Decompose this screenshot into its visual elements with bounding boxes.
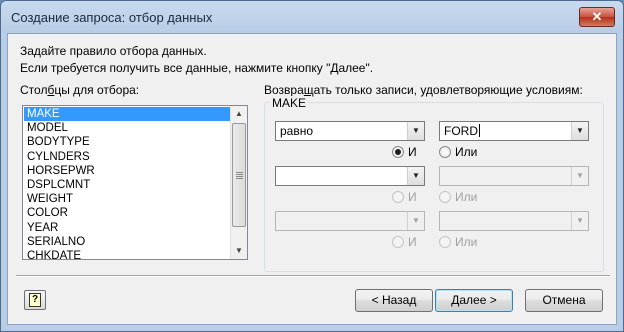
value-combo-2: ▼ <box>439 166 589 186</box>
list-item[interactable]: YEAR <box>24 221 231 235</box>
or-radio-2: Или <box>439 191 477 205</box>
radio-icon <box>392 236 404 248</box>
or-label-2: Или <box>455 190 478 204</box>
intro-line-2: Если требуется получить все данные, нажм… <box>20 61 374 75</box>
criteria-label: Возвращать только записи, удовлетворяющи… <box>264 83 583 97</box>
operator-select-1[interactable]: равно ▼ <box>275 121 425 141</box>
value-combo-3: ▼ <box>439 211 589 231</box>
chevron-down-icon: ▼ <box>571 212 588 230</box>
columns-label-start: Стол <box>20 83 48 97</box>
radio-icon <box>392 191 404 203</box>
help-icon: ? <box>29 293 41 307</box>
chevron-down-icon[interactable]: ▼ <box>407 122 424 140</box>
grip-line <box>236 172 243 173</box>
list-item[interactable]: HORSEPWR <box>24 164 231 178</box>
cancel-button[interactable]: Отмена <box>525 289 603 312</box>
close-icon: ✕ <box>591 9 603 24</box>
help-button[interactable]: ? <box>24 290 46 310</box>
operator-value-1: равно <box>280 124 314 138</box>
and-label-1: И <box>408 145 417 159</box>
columns-scrollbar[interactable]: ▲ ▼ <box>230 106 247 259</box>
value-text-1: FORD <box>444 124 478 138</box>
grip-line <box>236 178 243 179</box>
or-label-3: Или <box>455 235 478 249</box>
and-radio-3: И <box>392 236 417 250</box>
criteria-label-start: Возвра <box>264 83 304 97</box>
list-item[interactable]: SERIALNO <box>24 235 231 249</box>
list-item[interactable]: CHKDATE <box>24 249 231 263</box>
chevron-down-icon[interactable]: ▼ <box>571 122 588 140</box>
list-item[interactable]: DSPLCMNT <box>24 178 231 192</box>
list-item[interactable]: MODEL <box>24 121 231 135</box>
grip-line <box>236 176 243 177</box>
window-title: Создание запроса: отбор данных <box>11 10 213 25</box>
radio-icon <box>439 236 451 248</box>
value-field-1: FORD <box>444 124 480 138</box>
scroll-down-icon[interactable]: ▼ <box>231 243 247 259</box>
or-radio-1[interactable]: Или <box>439 146 477 160</box>
scroll-thumb[interactable] <box>232 123 246 227</box>
columns-label: Столбцы для отбора: <box>20 83 139 97</box>
value-combo-1[interactable]: FORD ▼ <box>439 121 589 141</box>
text-caret <box>479 124 480 137</box>
radio-icon <box>439 191 451 203</box>
criteria-label-end: ать только записи, удовлетворяющие услов… <box>313 83 583 97</box>
criteria-group-title: MAKE <box>270 96 309 110</box>
or-radio-3: Или <box>439 236 477 250</box>
chevron-down-icon[interactable]: ▼ <box>407 167 424 185</box>
radio-selected-icon <box>392 146 404 158</box>
chevron-down-icon: ▼ <box>571 167 588 185</box>
chevron-down-icon: ▼ <box>407 212 424 230</box>
title-bar[interactable]: Создание запроса: отбор данных ✕ <box>1 1 623 33</box>
and-label-3: И <box>408 235 417 249</box>
scroll-up-icon[interactable]: ▲ <box>231 106 247 122</box>
list-item[interactable]: WEIGHT <box>24 192 231 206</box>
or-label-1: Или <box>455 145 478 159</box>
and-label-2: И <box>408 190 417 204</box>
back-button[interactable]: < Назад <box>355 289 433 312</box>
grip-line <box>236 174 243 175</box>
and-radio-2: И <box>392 191 417 205</box>
list-item[interactable]: BODYTYPE <box>24 135 231 149</box>
next-button[interactable]: Далее > <box>435 289 513 312</box>
divider <box>16 275 610 277</box>
list-item[interactable]: CYLNDERS <box>24 150 231 164</box>
dialog-client-area: Задайте правило отбора данных. Если треб… <box>7 33 617 325</box>
query-wizard-window: Создание запроса: отбор данных ✕ Задайте… <box>0 0 624 332</box>
columns-listbox[interactable]: MAKE MODEL BODYTYPE CYLNDERS HORSEPWR DS… <box>22 105 248 263</box>
list-item[interactable]: MAKE <box>24 107 231 122</box>
operator-select-3: ▼ <box>275 211 425 231</box>
columns-label-end: цы для отбора: <box>54 83 140 97</box>
and-radio-1[interactable]: И <box>392 146 417 160</box>
list-item[interactable]: COLOR <box>24 206 231 220</box>
intro-line-1: Задайте правило отбора данных. <box>20 44 207 58</box>
close-button[interactable]: ✕ <box>579 7 615 27</box>
criteria-label-accelerator: щ <box>303 83 314 97</box>
radio-icon <box>439 146 451 158</box>
columns-list: MAKE MODEL BODYTYPE CYLNDERS HORSEPWR DS… <box>24 107 231 263</box>
operator-select-2[interactable]: ▼ <box>275 166 425 186</box>
